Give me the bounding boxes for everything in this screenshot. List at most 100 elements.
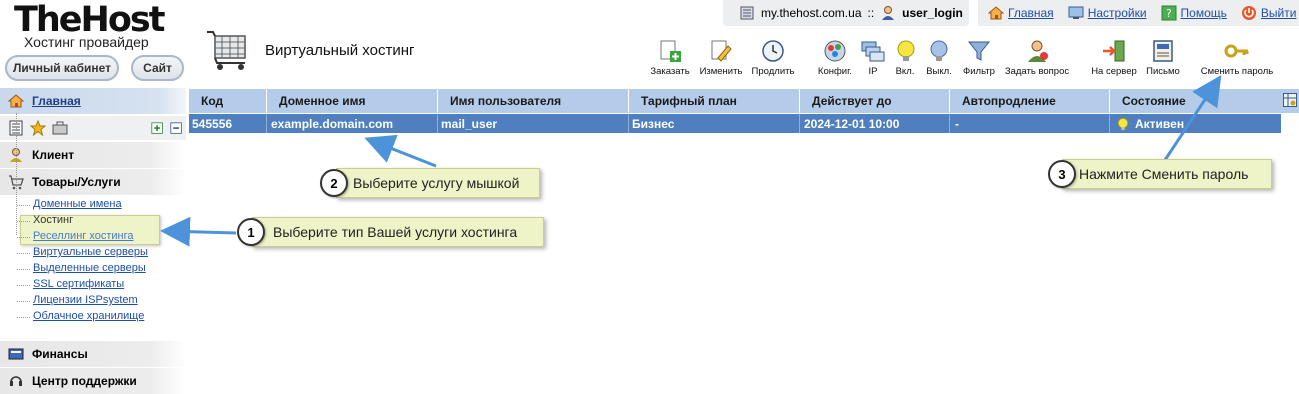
- site-button[interactable]: Сайт: [131, 55, 184, 81]
- bulb-off-icon: [930, 40, 948, 61]
- personal-cabinet-button[interactable]: Личный кабинет: [5, 55, 119, 81]
- sidebar-item-finance[interactable]: Финансы: [0, 341, 186, 367]
- toolbar-label: Письмо: [1146, 66, 1180, 77]
- home-link[interactable]: Главная: [988, 5, 1054, 21]
- sidebar-tools: [0, 116, 186, 140]
- sidebar-item-services[interactable]: Товары/Услуги: [0, 169, 186, 195]
- arrow-2: [364, 134, 437, 168]
- home-icon: [988, 6, 1004, 20]
- cell-valid-until: 2024-12-01 10:00: [800, 114, 950, 133]
- column-header-status[interactable]: Состояние: [1110, 89, 1281, 113]
- callout-text: Выберите услугу мышкой: [353, 175, 520, 191]
- help-icon: ?: [1161, 5, 1177, 21]
- settings-icon: [1068, 6, 1084, 19]
- edit-icon: [711, 40, 732, 62]
- callout-text: Выберите тип Вашей услуги хостинга: [273, 224, 518, 240]
- cart-icon: [207, 31, 246, 70]
- sidebar-item-label: Центр поддержки: [32, 374, 137, 388]
- column-header-code[interactable]: Код: [189, 89, 267, 113]
- letter-icon: [1153, 40, 1173, 62]
- logo-subtitle: Хостинг провайдер: [24, 34, 149, 50]
- callout-1: Выберите тип Вашей услуги хостинга: [252, 217, 544, 247]
- expand-icon[interactable]: [151, 121, 164, 135]
- callout-2: Выберите услугу мышкой: [336, 168, 540, 198]
- cell-user: mail_user: [438, 114, 629, 133]
- sidebar-item-vps[interactable]: Виртуальные серверы: [17, 246, 148, 258]
- toolbar-config-button[interactable]: Конфиг.: [814, 38, 856, 77]
- sidebar-item-support[interactable]: Центр поддержки: [0, 368, 186, 394]
- toolbar-label: Изменить: [699, 66, 743, 77]
- step-number-2: 2: [320, 169, 348, 197]
- sidebar-item-label: Финансы: [32, 347, 88, 361]
- user-bar: my.thehost.com.ua :: user_login: [723, 0, 969, 26]
- user-login: user_login: [902, 6, 963, 20]
- headset-icon: [10, 376, 22, 386]
- toolbar-label: Вкл.: [895, 66, 915, 77]
- separator: ::: [867, 6, 875, 20]
- bulb-on-icon: [1117, 117, 1129, 130]
- toolbar-off-button[interactable]: Выкл.: [924, 38, 954, 77]
- settings-link[interactable]: Настройки: [1068, 5, 1147, 21]
- sidebar-item-label: Главная: [32, 94, 81, 108]
- callout-3: Нажмите Сменить пароль: [1062, 159, 1272, 189]
- status-label: Активен: [1135, 116, 1185, 131]
- finance-icon: [8, 348, 24, 360]
- toolbar-renew-button[interactable]: Продлить: [750, 38, 796, 77]
- settings-link-label: Настройки: [1087, 6, 1147, 20]
- sidebar-item-dedicated[interactable]: Выделенные серверы: [17, 262, 146, 274]
- toolbar-order-button[interactable]: Заказать: [648, 38, 692, 77]
- toolbar-to-server-button[interactable]: На сервер: [1088, 38, 1140, 77]
- logout-link-label: Выйти: [1260, 6, 1297, 20]
- column-header-autorenew[interactable]: Автопродление: [950, 89, 1110, 113]
- column-header-valid-until[interactable]: Действует до: [800, 89, 950, 113]
- ip-icon: [861, 41, 885, 62]
- key-icon: [1224, 44, 1249, 58]
- toolbar-change-password-button[interactable]: Сменить пароль: [1198, 38, 1276, 77]
- logout-link[interactable]: Выйти: [1241, 5, 1297, 21]
- sidebar-item-ssl[interactable]: SSL сертификаты: [16, 278, 124, 290]
- svg-text:?: ?: [1166, 7, 1172, 20]
- server-icon: [740, 6, 754, 20]
- sidebar-item-cloud[interactable]: Облачное хранилище: [16, 310, 144, 322]
- toolbar-on-button[interactable]: Вкл.: [893, 38, 917, 77]
- sidebar-item-label: Клиент: [32, 148, 75, 162]
- step-number-3: 3: [1048, 160, 1076, 188]
- top-links: Главная Настройки ? Помощь Выйти: [978, 0, 1299, 26]
- sidebar-item-domains[interactable]: Доменные имена: [17, 198, 122, 210]
- column-header-plan[interactable]: Тарифный план: [629, 89, 800, 113]
- star-icon[interactable]: [30, 120, 46, 136]
- sidebar-item-hosting[interactable]: Хостинг: [16, 214, 73, 226]
- toolbar-label: Конфиг.: [817, 66, 853, 77]
- toolbar-label: Выкл.: [926, 66, 952, 77]
- sidebar-item-reselling[interactable]: Реселлинг хостинга: [17, 230, 134, 242]
- user-icon: [882, 6, 895, 20]
- toolbar-ask-question-button[interactable]: Задать вопрос: [1002, 38, 1072, 77]
- sidebar-item-main[interactable]: Главная: [0, 88, 186, 114]
- toolbar-filter-button[interactable]: Фильтр: [960, 38, 998, 77]
- briefcase-icon[interactable]: [52, 120, 68, 136]
- toolbar-label: Заказать: [650, 66, 690, 77]
- to-server-icon: [1103, 40, 1125, 62]
- step-number-1: 1: [237, 218, 265, 246]
- host-name: my.thehost.com.ua: [761, 6, 862, 20]
- cell-status: Активен: [1110, 114, 1281, 133]
- cell-code: 545556: [189, 114, 267, 133]
- sidebar-item-licenses[interactable]: Лицензии ISPsystem: [17, 294, 138, 306]
- table-header: Код Доменное имя Имя пользователя Тарифн…: [189, 89, 1299, 113]
- sidebar-item-client[interactable]: Клиент: [0, 142, 186, 168]
- column-header-user[interactable]: Имя пользователя: [438, 89, 629, 113]
- column-header-domain[interactable]: Доменное имя: [267, 89, 438, 113]
- column-settings-icon[interactable]: [1283, 93, 1297, 107]
- toolbar-label: Сменить пароль: [1200, 66, 1274, 77]
- home-icon: [8, 94, 24, 108]
- collapse-icon[interactable]: [170, 121, 183, 135]
- toolbar-ip-button[interactable]: IP: [860, 38, 886, 77]
- toolbar-label: Продлить: [751, 66, 795, 77]
- help-link[interactable]: ? Помощь: [1161, 5, 1227, 21]
- clock-icon: [762, 40, 784, 62]
- toolbar-letter-button[interactable]: Письмо: [1144, 38, 1182, 77]
- toolbar-label: Задать вопрос: [1004, 66, 1070, 77]
- toolbar-edit-button[interactable]: Изменить: [697, 38, 745, 77]
- table-row[interactable]: 545556 example.domain.com mail_user Бизн…: [189, 114, 1281, 133]
- filter-icon: [967, 41, 991, 61]
